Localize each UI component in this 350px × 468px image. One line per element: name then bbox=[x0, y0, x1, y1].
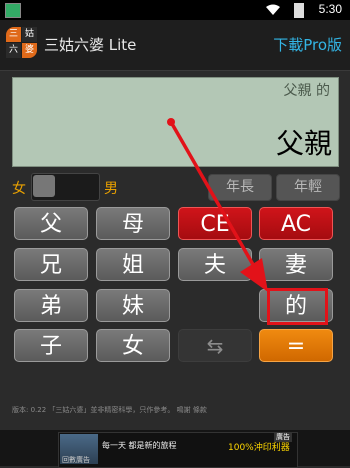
key-wife[interactable]: 妻 bbox=[259, 248, 333, 281]
key-father[interactable]: 父 bbox=[14, 207, 88, 240]
key-equals[interactable]: = bbox=[259, 329, 333, 362]
app-icon[interactable]: 三 姑 六 婆 bbox=[6, 27, 37, 58]
calculator-display: 父親 的 父親 bbox=[12, 77, 339, 167]
wifi-icon bbox=[266, 4, 280, 15]
status-bar: 5:30 bbox=[0, 0, 350, 20]
expression-text: 父親 的 bbox=[283, 83, 330, 99]
app-icon-char: 婆 bbox=[22, 43, 37, 58]
battery-icon bbox=[294, 3, 304, 18]
download-pro-link[interactable]: 下載Pro版 bbox=[273, 34, 342, 55]
action-bar: 三 姑 六 婆 三姑六婆 Lite 下載Pro版 bbox=[0, 20, 350, 71]
gender-female-label: 女 bbox=[12, 181, 26, 197]
result-text: 父親 bbox=[275, 127, 332, 160]
key-ac[interactable]: AC bbox=[259, 207, 333, 240]
key-husband[interactable]: 夫 bbox=[178, 248, 252, 281]
gender-male-label: 男 bbox=[104, 181, 118, 197]
key-ce[interactable]: CE bbox=[178, 207, 252, 240]
key-elder-brother[interactable]: 兄 bbox=[14, 248, 88, 281]
app-icon-char: 姑 bbox=[22, 27, 37, 42]
app-icon-char: 六 bbox=[6, 43, 21, 58]
highlight-box bbox=[267, 288, 328, 325]
gender-toggle-knob[interactable] bbox=[33, 175, 55, 197]
clock: 5:30 bbox=[318, 2, 342, 16]
key-son[interactable]: 子 bbox=[14, 329, 88, 362]
key-elder-sister[interactable]: 姐 bbox=[96, 248, 170, 281]
app-icon-char: 三 bbox=[6, 27, 21, 42]
younger-button[interactable]: 年輕 bbox=[276, 174, 340, 201]
key-mother[interactable]: 母 bbox=[96, 207, 170, 240]
notification-icon bbox=[5, 3, 21, 18]
older-button[interactable]: 年長 bbox=[208, 174, 272, 201]
ad-tag: 廣告 bbox=[274, 432, 292, 442]
key-younger-brother[interactable]: 弟 bbox=[14, 289, 88, 322]
key-younger-sister[interactable]: 妹 bbox=[96, 289, 170, 322]
swap-icon[interactable]: ⇆ bbox=[178, 329, 252, 362]
ad-sub-text: 回數廣告 bbox=[62, 456, 90, 464]
ad-main-text: 每一天 都是新的旅程 bbox=[102, 441, 177, 450]
footer-text: 版本: 0.22 「三姑六婆」並非精密科學，只作參考。 鳴謝 條款 bbox=[12, 406, 207, 414]
key-daughter[interactable]: 女 bbox=[96, 329, 170, 362]
app-title: 三姑六婆 Lite bbox=[44, 36, 137, 54]
